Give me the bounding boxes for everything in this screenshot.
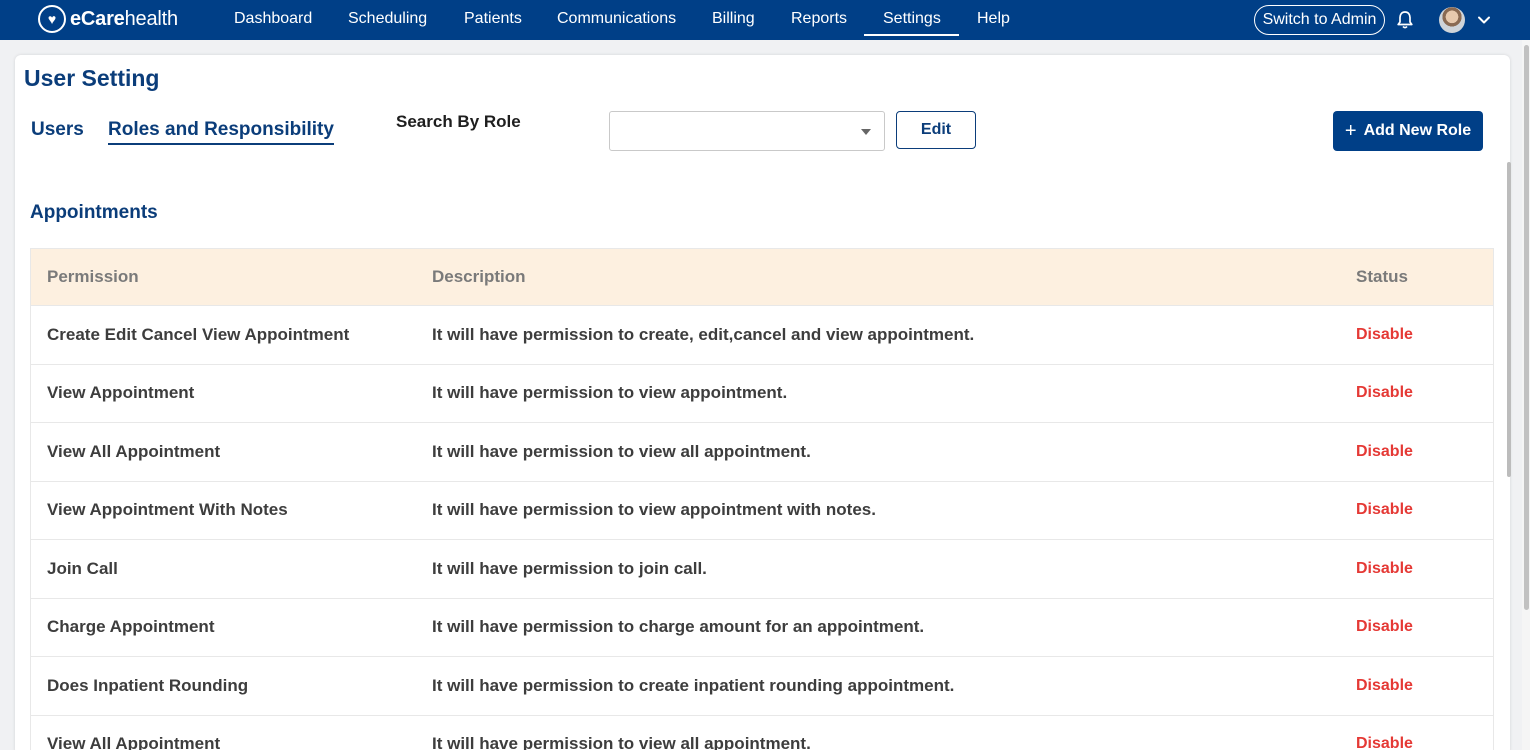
table-row: View All Appointment It will have permiss… xyxy=(31,715,1493,750)
column-header-status: Status xyxy=(1356,267,1408,286)
user-avatar[interactable] xyxy=(1439,7,1465,33)
table-row: View Appointment With Notes It will have … xyxy=(31,481,1493,540)
status-toggle-link[interactable]: Disable xyxy=(1356,326,1413,344)
tab-users[interactable]: Users xyxy=(31,119,84,141)
logo-heart-icon: ♥ xyxy=(38,5,66,33)
table-row: Create Edit Cancel View Appointment It wi… xyxy=(31,306,1493,365)
logo-text: eCarehealth xyxy=(70,7,178,30)
permissions-table: Permission Description Status Create Edi… xyxy=(30,248,1494,750)
table-header: Permission Description Status xyxy=(31,249,1493,306)
caret-down-icon xyxy=(861,129,871,135)
description-cell: It will have permission to view appointm… xyxy=(432,500,876,520)
chevron-down-icon[interactable] xyxy=(1476,12,1492,28)
add-new-role-button[interactable]: + Add New Role xyxy=(1333,111,1483,151)
plus-icon: + xyxy=(1344,120,1357,142)
description-cell: It will have permission to join call. xyxy=(432,558,707,578)
table-row: Does Inpatient Rounding It will have perm… xyxy=(31,657,1493,716)
nav-active-indicator xyxy=(864,34,959,36)
card-scrollbar-thumb[interactable] xyxy=(1507,162,1511,477)
nav-item-scheduling[interactable]: Scheduling xyxy=(348,10,427,28)
nav-item-dashboard[interactable]: Dashboard xyxy=(234,10,312,28)
bell-icon[interactable] xyxy=(1396,10,1414,30)
permission-cell: View All Appointment xyxy=(47,734,221,750)
permission-cell: View All Appointment xyxy=(47,441,221,461)
nav-item-settings[interactable]: Settings xyxy=(883,10,941,28)
search-by-role-label: Search By Role xyxy=(396,112,521,131)
section-title-appointments: Appointments xyxy=(30,202,158,223)
description-cell: It will have permission to view all appo… xyxy=(432,441,811,461)
window-scrollbar-thumb[interactable] xyxy=(1524,45,1529,610)
permission-cell: Charge Appointment xyxy=(47,617,215,637)
description-cell: It will have permission to view all appo… xyxy=(432,734,811,750)
add-new-role-label: Add New Role xyxy=(1363,122,1472,139)
status-toggle-link[interactable]: Disable xyxy=(1356,735,1413,750)
page-title: User Setting xyxy=(24,65,160,91)
description-cell: It will have permission to create, edit,… xyxy=(432,324,975,344)
table-row: View Appointment It will have permission … xyxy=(31,364,1493,423)
status-toggle-link[interactable]: Disable xyxy=(1356,560,1413,578)
top-navbar: ♥ eCarehealth Dashboard Scheduling Patie… xyxy=(0,0,1530,40)
switch-to-admin-button[interactable]: Switch to Admin xyxy=(1254,5,1385,35)
table-row: View All Appointment It will have permiss… xyxy=(31,423,1493,482)
status-toggle-link[interactable]: Disable xyxy=(1356,501,1413,519)
permission-cell: Join Call xyxy=(47,558,118,578)
permission-cell: View Appointment xyxy=(47,383,195,403)
status-toggle-link[interactable]: Disable xyxy=(1356,443,1413,461)
edit-button[interactable]: Edit xyxy=(896,111,976,149)
permission-cell: Does Inpatient Rounding xyxy=(47,675,249,695)
status-toggle-link[interactable]: Disable xyxy=(1356,384,1413,402)
description-cell: It will have permission to view appointm… xyxy=(432,383,788,403)
nav-item-reports[interactable]: Reports xyxy=(791,10,847,28)
role-select[interactable] xyxy=(609,111,885,151)
permission-cell: View Appointment With Notes xyxy=(47,500,288,520)
nav-item-patients[interactable]: Patients xyxy=(464,10,522,28)
column-header-description: Description xyxy=(432,267,526,286)
description-cell: It will have permission to create inpati… xyxy=(432,675,955,695)
status-toggle-link[interactable]: Disable xyxy=(1356,677,1413,695)
nav-item-billing[interactable]: Billing xyxy=(712,10,755,28)
nav-item-communications[interactable]: Communications xyxy=(557,10,676,28)
nav-item-help[interactable]: Help xyxy=(977,10,1010,28)
logo[interactable]: ♥ eCarehealth xyxy=(38,4,178,34)
permission-cell: Create Edit Cancel View Appointment xyxy=(47,324,350,344)
table-row: Charge Appointment It will have permissio… xyxy=(31,598,1493,657)
status-toggle-link[interactable]: Disable xyxy=(1356,618,1413,636)
table-row: Join Call It will have permission to join… xyxy=(31,540,1493,599)
description-cell: It will have permission to charge amount… xyxy=(432,617,925,637)
column-header-permission: Permission xyxy=(47,267,139,286)
tab-roles-and-responsibility[interactable]: Roles and Responsibility xyxy=(108,119,334,145)
